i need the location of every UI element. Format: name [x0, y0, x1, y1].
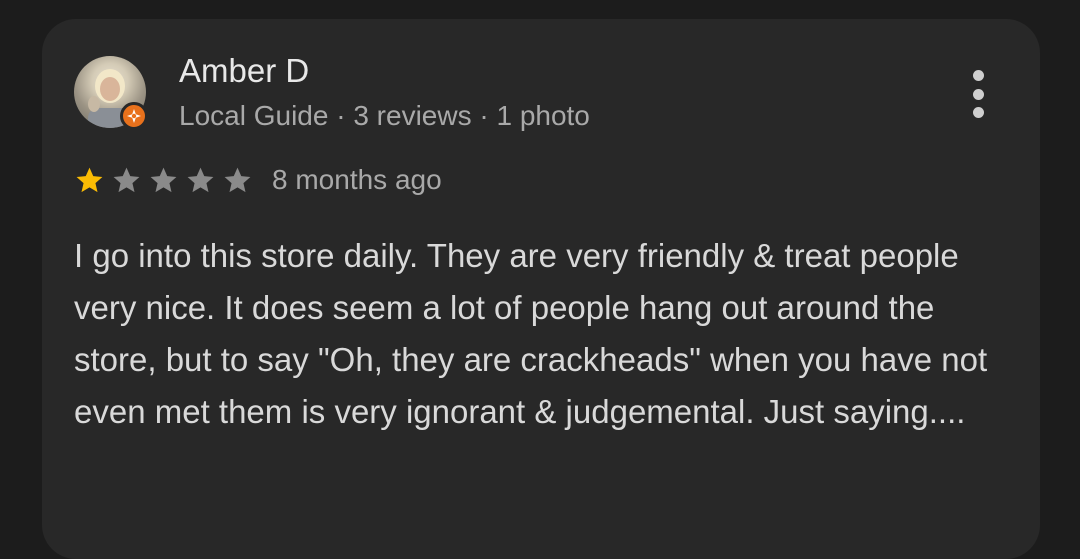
review-text: I go into this store daily. They are ver… — [74, 237, 988, 430]
avatar[interactable] — [74, 56, 148, 130]
star-empty-icon — [150, 167, 177, 192]
star-empty-icon — [113, 167, 140, 192]
local-guide-badge-icon — [120, 102, 148, 130]
star-rating — [74, 165, 259, 196]
review-time: 8 months ago — [272, 164, 442, 195]
star-filled-icon — [76, 167, 103, 192]
author-meta: Local Guide · 3 reviews · 1 photo — [179, 100, 590, 131]
more-vert-icon[interactable] — [958, 66, 998, 122]
star-empty-icon — [187, 167, 214, 192]
more-dot — [972, 70, 984, 81]
more-dot — [972, 107, 984, 118]
author-name[interactable]: Amber D — [179, 52, 309, 90]
rating-row: 8 months ago — [74, 162, 442, 198]
star-empty-icon — [224, 167, 251, 192]
more-dot — [972, 88, 984, 100]
